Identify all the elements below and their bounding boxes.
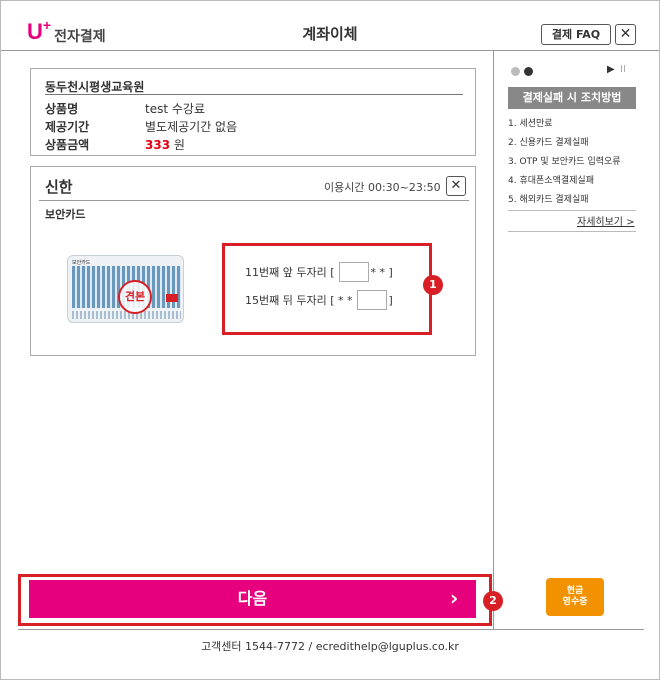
cash-receipt-label-2: 영수증 (562, 597, 588, 607)
logo-text: 전자결제 (54, 29, 106, 45)
next-button[interactable]: 다음 (29, 580, 476, 618)
header: U + 전자결제 계좌이체 결제 FAQ ✕ (1, 1, 659, 51)
slide-indicator (511, 67, 533, 76)
play-icon[interactable]: ▶ (607, 64, 615, 75)
divider (39, 200, 469, 201)
panel-divider (493, 51, 494, 629)
divider (508, 231, 636, 232)
row2-suffix: ] (388, 293, 393, 307)
logo-u: U (27, 19, 43, 44)
price-amount: 333 (145, 138, 171, 152)
security-card-title: 보안카드 (45, 208, 86, 221)
usage-hours: 이용시간 00:30~23:50 (324, 181, 441, 194)
security-code-row-1: 11번째 앞 두자리 [ * * ] (245, 262, 393, 282)
bank-name: 신한 (45, 178, 73, 196)
payment-failure-list: 1. 세션만료 2. 신용카드 결제실패 3. OTP 및 보안카드 입력오류 … (508, 115, 636, 210)
pause-icon[interactable]: II (620, 64, 626, 75)
row2-prefix: 15번째 뒤 두자리 [ * * (245, 294, 353, 307)
currency-unit: 원 (173, 138, 185, 152)
failure-item[interactable]: 2. 신용카드 결제실패 (508, 134, 636, 153)
payment-failure-guide-title: 결제실패 시 조치방법 (508, 87, 636, 109)
security-card-sample-image: 보안카드 견본 (67, 255, 184, 323)
row1-suffix: * * ] (370, 265, 393, 279)
lg-uplus-logo: U + 전자결제 (27, 17, 106, 46)
security-code-input-2[interactable] (356, 290, 387, 310)
cash-receipt-label-1: 현금 (566, 586, 584, 596)
sample-stamp: 견본 (118, 280, 152, 314)
amount-value: 333 원 (145, 136, 185, 153)
product-name-value: test 수강료 (145, 102, 205, 116)
failure-item[interactable]: 1. 세션만료 (508, 115, 636, 134)
failure-item[interactable]: 4. 휴대폰소액결제실패 (508, 172, 636, 191)
slide-dot-2[interactable] (524, 67, 533, 76)
period-label: 제공기간 (45, 120, 90, 134)
row1-prefix: 11번째 앞 두자리 [ (245, 266, 335, 279)
slide-dot-1[interactable] (511, 67, 520, 76)
merchant-name: 동두천시평생교육원 (45, 80, 145, 94)
chevron-right-icon: › (450, 586, 459, 610)
divider (508, 210, 636, 211)
more-details-link[interactable]: 자세히보기 > (577, 213, 635, 228)
failure-item[interactable]: 5. 해외카드 결제실패 (508, 191, 636, 210)
step-badge-1: 1 (423, 275, 443, 295)
payment-window: U + 전자결제 계좌이체 결제 FAQ ✕ 동두천시평생교육원 상품명 tes… (0, 0, 660, 680)
security-code-row-2: 15번째 뒤 두자리 [ * * ] (245, 290, 393, 310)
customer-center-info: 고객센터 1544-7772 / ecredithelp@lguplus.co.… (201, 640, 459, 653)
logo-plus: + (42, 17, 52, 33)
security-card-red-mark (166, 294, 178, 302)
card-close-button[interactable]: ✕ (446, 176, 466, 196)
security-card-image-header: 보안카드 (72, 260, 91, 266)
step-badge-2: 2 (483, 591, 503, 611)
amount-label: 상품금액 (45, 138, 90, 152)
product-name-label: 상품명 (45, 102, 79, 116)
close-window-button[interactable]: ✕ (615, 24, 636, 45)
period-value: 별도제공기간 없음 (145, 120, 238, 134)
failure-item[interactable]: 3. OTP 및 보안카드 입력오류 (508, 153, 636, 172)
footer-divider (18, 629, 644, 630)
security-code-input-1[interactable] (338, 262, 369, 282)
faq-button[interactable]: 결제 FAQ (541, 24, 611, 45)
security-code-input-area: 11번째 앞 두자리 [ * * ] 15번째 뒤 두자리 [ * * ] (222, 243, 432, 335)
order-info-box: 동두천시평생교육원 상품명 test 수강료 제공기간 별도제공기간 없음 상품… (30, 68, 476, 156)
divider (45, 94, 463, 95)
cash-receipt-button[interactable]: 현금 영수증 (546, 578, 604, 616)
